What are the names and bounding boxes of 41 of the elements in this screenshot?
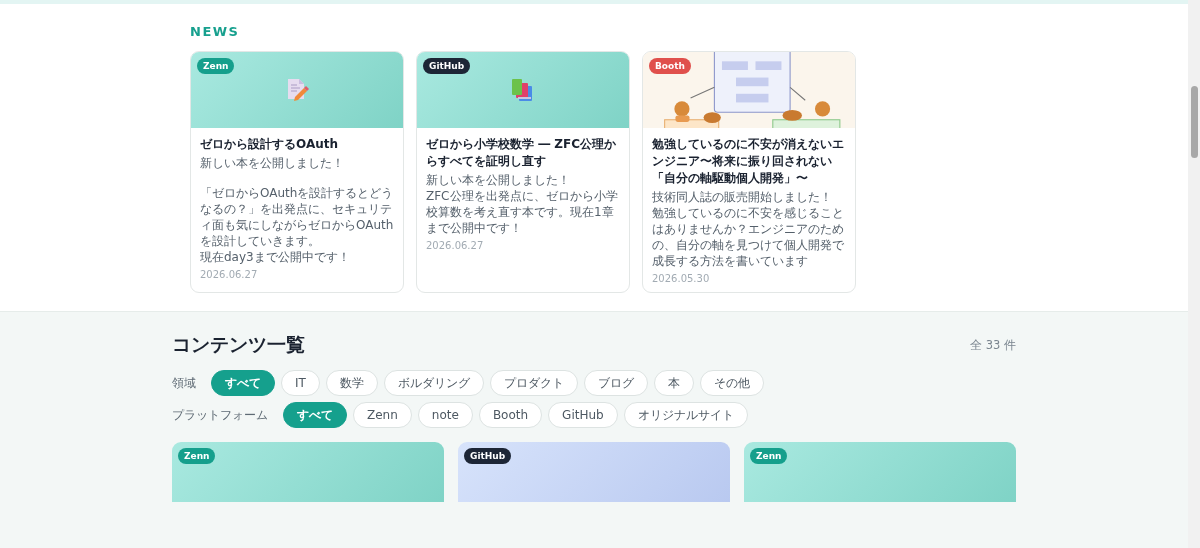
card-text: 「ゼロからOAuthを設計するとどうなるの？」を出発点に、セキュリティ面も気にしながらゼロからOAuthを設計していきます。 — [200, 185, 394, 249]
platform-tag: GitHub — [423, 58, 471, 74]
card-text: ZFC公理を出発点に、ゼロから小学校算数を考え直す本です。現在1章まで公開中です！ — [426, 188, 619, 236]
card-date: 2026.05.30 — [652, 273, 711, 284]
filter-chip[interactable]: note — [417, 402, 473, 428]
platform-tag: Zenn — [178, 448, 216, 464]
filter-chip[interactable]: GitHub — [548, 402, 618, 428]
card-date: 2026.06.27 — [426, 240, 485, 251]
filter-chip[interactable]: ボルダリング — [383, 370, 484, 396]
card-title: ゼロから設計するOAuth — [200, 136, 339, 153]
filter-chip[interactable]: その他 — [699, 370, 764, 396]
card-text: 技術同人誌の販売開始しました！ — [652, 189, 833, 205]
filter-chip[interactable]: 数学 — [325, 370, 378, 396]
section-heading: NEWS — [190, 24, 241, 39]
filter-label: 領域 — [172, 374, 196, 392]
platform-tag: Zenn — [197, 58, 235, 74]
platform-tag: Booth — [649, 58, 691, 74]
filter-chip[interactable]: IT — [281, 370, 320, 396]
card-text: 新しい本を公開しました！ — [426, 172, 571, 188]
platform-tag: Zenn — [750, 448, 788, 464]
scrollbar[interactable] — [1188, 0, 1200, 548]
card-text: 現在day3まで公開中です！ — [200, 249, 351, 265]
section-title: コンテンツ一覧 — [172, 332, 305, 357]
card-text: 勉強しているのに不安を感じることはありませんか？エンジニアのための、自分の軸を見つけて個人開発で成長する方法を書いています — [652, 205, 845, 269]
filter-chip[interactable]: ブログ — [583, 370, 648, 396]
news-card[interactable]: GitHub ゼロから小学校数学 ― ZFC公理からすべてを証明し直す 新しい本を公開しました！ ZFC公理を出発点に、ゼロから小学校算数を考え直す本です。現在1章まで公開中です！ 2026.06.27 — [416, 51, 630, 293]
filter-chip[interactable]: Zenn — [353, 402, 412, 428]
content-card[interactable]: GitHub — [458, 442, 730, 502]
card-date: 2026.06.27 — [200, 269, 259, 280]
news-card[interactable]: Booth 勉強しているのに不安が消えないエンジニア〜将来に振り回されない「自分の軸駆動個人開発」〜 技術同人誌の販売開始しました！ 勉強しているのに不安を感じることはありませんか？エンジニアのための、自分の軸を見つけて個人開発で成長する方法を書いています 2026.05.30 — [642, 51, 856, 293]
card-title: 勉強しているのに不安が消えないエンジニア〜将来に振り回されない「自分の軸駆動個人開発」〜 — [652, 136, 845, 187]
filter-chip[interactable]: Booth — [478, 402, 543, 428]
platform-tag: GitHub — [464, 448, 512, 464]
card-text: 新しい本を公開しました！ — [200, 155, 345, 171]
filter-chip[interactable]: プロダクト — [489, 370, 578, 396]
filter-label: プラットフォーム — [172, 406, 268, 424]
card-title: ゼロから小学校数学 ― ZFC公理からすべてを証明し直す — [426, 136, 618, 170]
item-count: 全 33 件 — [970, 337, 1016, 353]
news-card[interactable]: Zenn ゼロから設計するOAuth 新しい本を公開しました！ 「ゼロからOAuthを設計するとどうなるの？」を出発点に、セキュリティ面も気にしながらゼロからOAuthを設計していきます。 現在day3まで公開中です！ 2026.06.27 — [190, 51, 404, 293]
filter-chip[interactable]: 本 — [653, 370, 694, 396]
filter-chip[interactable]: オリジナルサイト — [623, 402, 748, 428]
